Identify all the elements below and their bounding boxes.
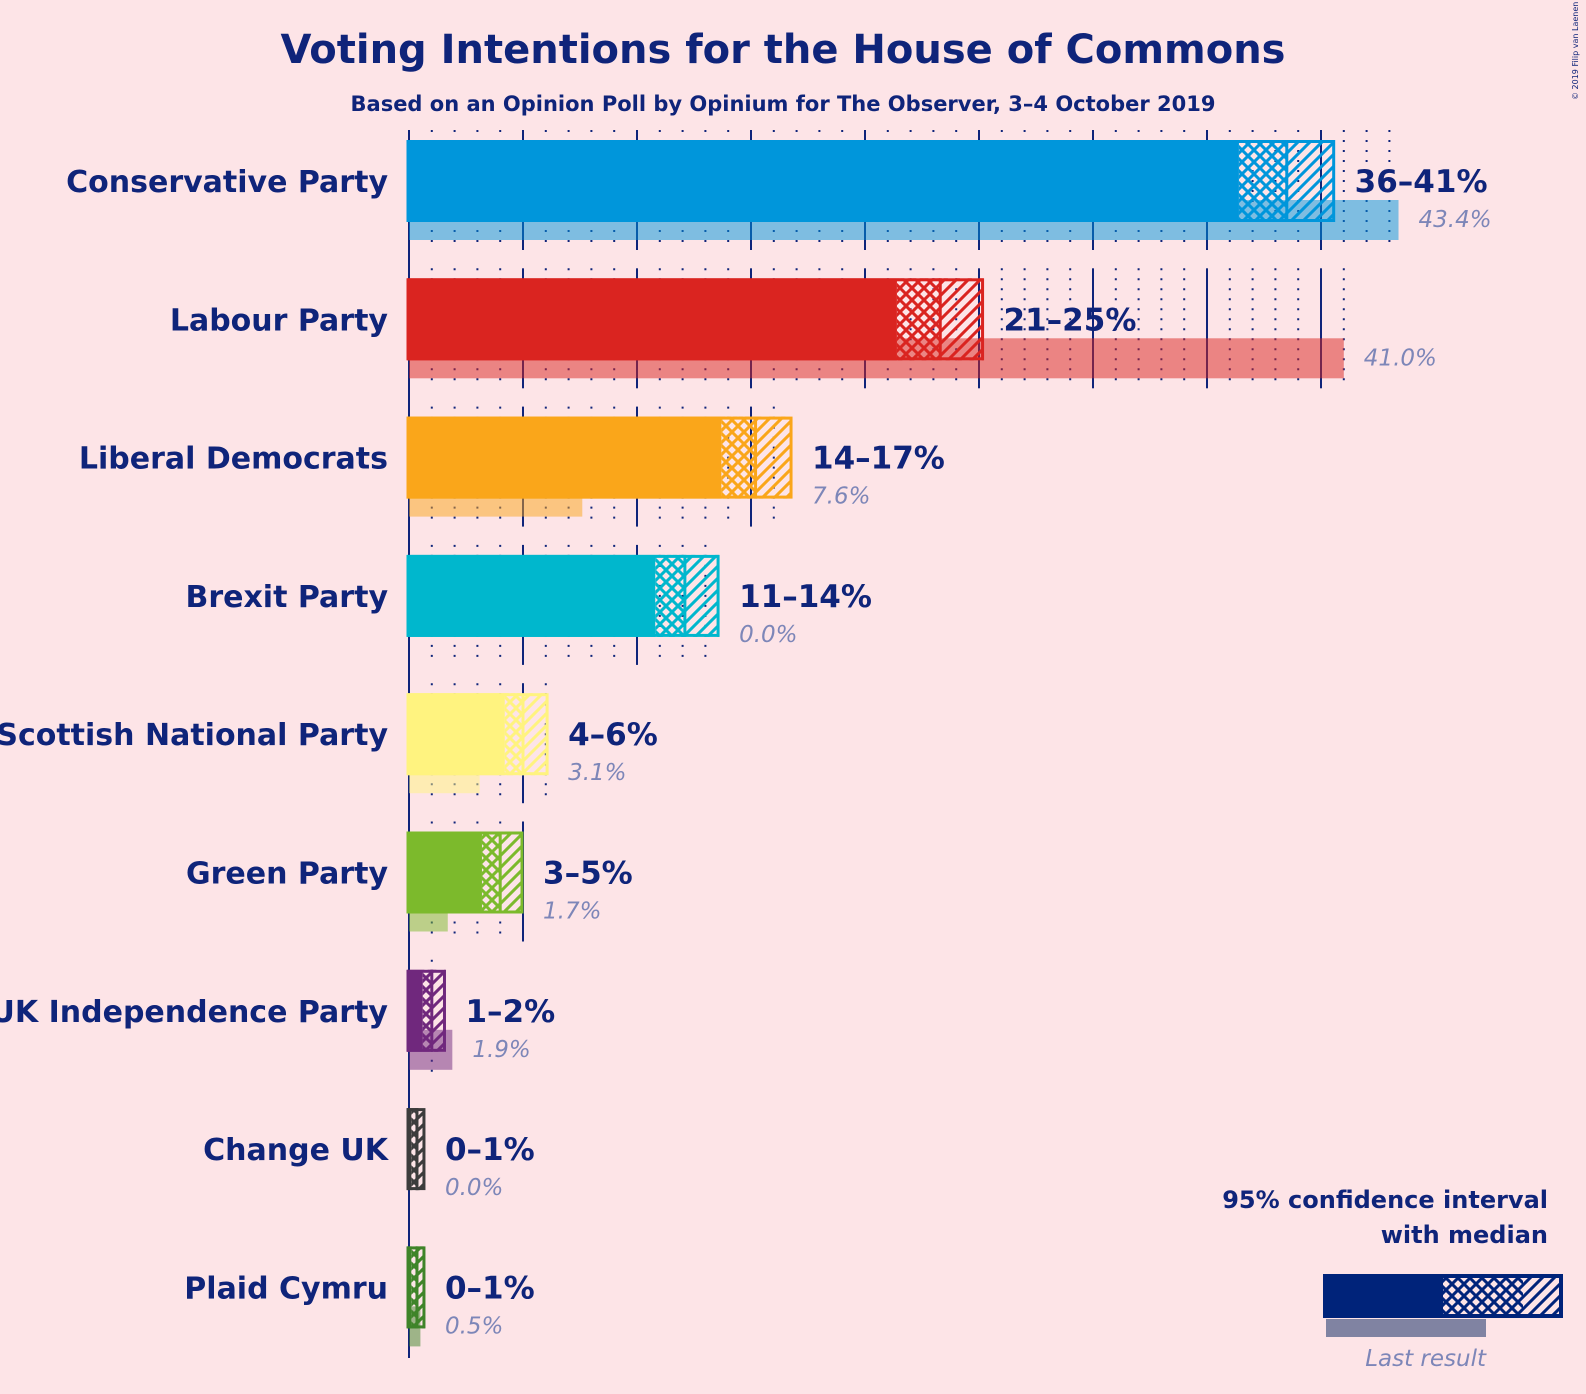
- party-row: Plaid Cymru 0–1% 0.5%: [184, 1246, 535, 1347]
- range-label: 1–2%: [465, 994, 555, 1030]
- ci-high-hatch: [940, 278, 984, 361]
- last-result-label: 0.5%: [445, 1313, 503, 1339]
- last-result-label: 41.0%: [1364, 345, 1437, 371]
- legend-title-1: 95% confidence interval: [1222, 1186, 1548, 1214]
- party-row: UK Independence Party 1–2% 1.9%: [0, 969, 555, 1070]
- last-result-label: 1.9%: [472, 1037, 530, 1063]
- chart: Voting Intentions for the House of Commo…: [0, 0, 1586, 1394]
- range-label: 0–1%: [445, 1132, 535, 1168]
- party-row: Labour Party 21–25% 41.0%: [170, 278, 1437, 379]
- copyright: © 2019 Filip van Laenen: [1571, 2, 1580, 100]
- ci-low-bar: [407, 831, 482, 914]
- ci-low-bar: [407, 140, 1239, 222]
- ci-low-bar: [407, 693, 505, 776]
- range-label: 3–5%: [543, 856, 633, 892]
- last-result-label: 1.7%: [543, 899, 601, 925]
- ci-median-crosshatch: [1238, 140, 1287, 222]
- ci-low-bar: [407, 554, 656, 637]
- last-result-label: 43.4%: [1419, 207, 1492, 233]
- range-label: 0–1%: [445, 1270, 535, 1306]
- party-label: Scottish National Party: [0, 718, 388, 753]
- legend-title-2: with median: [1381, 1221, 1548, 1249]
- party-row: Brexit Party 11–14% 0.0%: [185, 554, 872, 648]
- party-label: Labour Party: [170, 303, 389, 338]
- party-label: Liberal Democrats: [79, 442, 388, 477]
- party-label: Change UK: [203, 1133, 390, 1168]
- ci-low-bar: [407, 416, 722, 499]
- legend: 95% confidence interval with median Last…: [1222, 1186, 1563, 1372]
- party-row: Conservative Party 36–41% 43.4%: [66, 140, 1492, 240]
- ci-median-crosshatch: [896, 278, 941, 361]
- range-label: 11–14%: [739, 579, 872, 615]
- last-result-label: 3.1%: [568, 760, 626, 786]
- party-row: Liberal Democrats 14–17% 7.6%: [79, 416, 945, 517]
- party-label: UK Independence Party: [0, 995, 388, 1030]
- ci-median-crosshatch: [721, 416, 756, 499]
- party-label: Conservative Party: [66, 165, 388, 200]
- ci-high-hatch: [1286, 140, 1335, 222]
- ci-low-bar: [407, 278, 897, 361]
- party-label: Green Party: [186, 857, 388, 892]
- chart-subtitle: Based on an Opinion Poll by Opinium for …: [351, 92, 1216, 116]
- party-label: Plaid Cymru: [184, 1271, 388, 1306]
- party-row: Change UK 0–1% 0.0%: [203, 1108, 535, 1201]
- legend-solid-bar: [1323, 1274, 1443, 1318]
- chart-title: Voting Intentions for the House of Commo…: [281, 27, 1286, 73]
- ci-high-hatch: [755, 416, 793, 499]
- party-label: Brexit Party: [185, 580, 388, 615]
- party-row: Green Party 3–5% 1.7%: [186, 831, 633, 932]
- legend-hatch: [1523, 1276, 1559, 1316]
- legend-last-result-bar: [1326, 1319, 1486, 1337]
- range-label: 4–6%: [568, 717, 658, 753]
- chart-svg: Voting Intentions for the House of Commo…: [0, 2, 1580, 1372]
- ci-median-crosshatch: [481, 831, 501, 914]
- ci-median-crosshatch: [504, 693, 523, 776]
- ci-median-crosshatch: [655, 554, 685, 637]
- range-label: 14–17%: [812, 441, 945, 477]
- ci-high-hatch: [523, 693, 549, 776]
- ci-high-hatch: [500, 831, 523, 914]
- legend-crosshatch: [1443, 1276, 1523, 1316]
- last-result-label: 7.6%: [812, 484, 870, 510]
- last-result-label: 0.0%: [445, 1175, 503, 1201]
- last-result-label: 0.0%: [739, 622, 797, 648]
- range-label: 36–41%: [1355, 164, 1488, 200]
- party-row: Scottish National Party 4–6% 3.1%: [0, 693, 658, 794]
- legend-last-result-label: Last result: [1365, 1346, 1487, 1372]
- ci-high-hatch: [684, 554, 720, 637]
- range-label: 21–25%: [1004, 302, 1137, 338]
